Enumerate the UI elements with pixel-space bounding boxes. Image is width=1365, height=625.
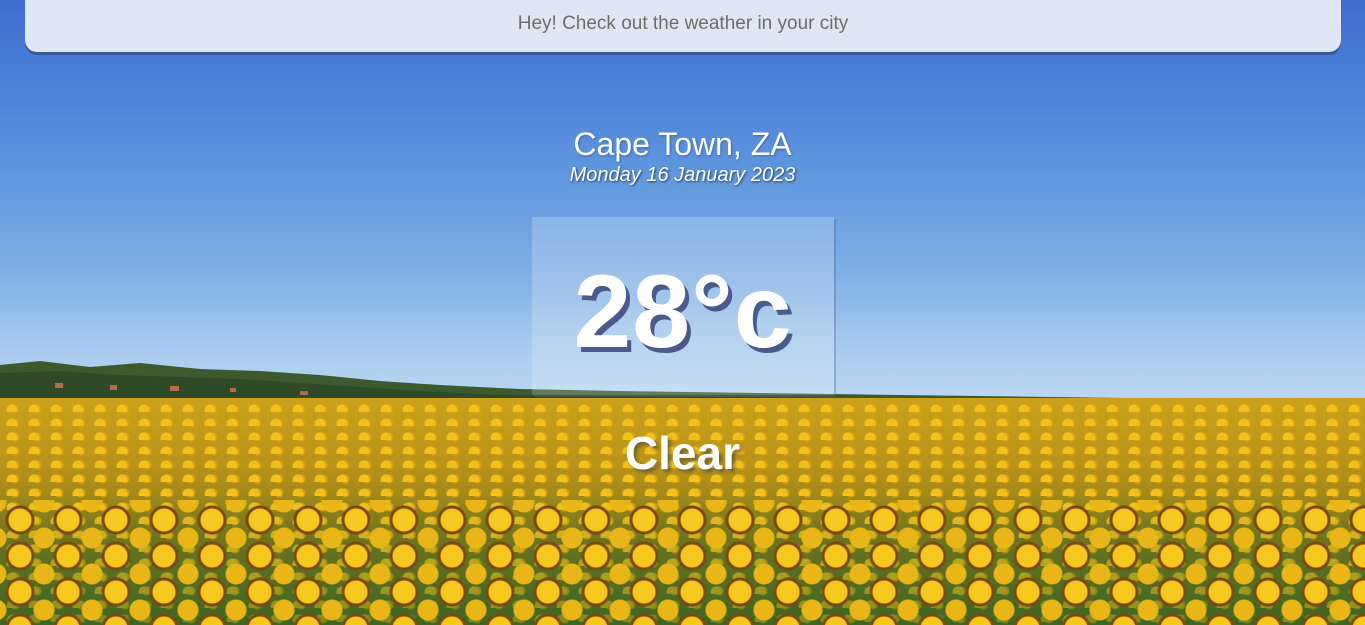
sunflower-field-foreground — [0, 500, 1365, 625]
weather-condition: Clear — [624, 427, 741, 479]
current-date: Monday 16 January 2023 — [569, 164, 796, 186]
header-bar: Hey! Check out the weather in your city — [25, 0, 1341, 52]
header-tagline: Hey! Check out the weather in your city — [517, 13, 849, 34]
temperature-value: 28°c — [573, 254, 793, 370]
temperature-card: 28°c — [532, 217, 834, 395]
location-name: Cape Town, ZA — [573, 126, 792, 162]
